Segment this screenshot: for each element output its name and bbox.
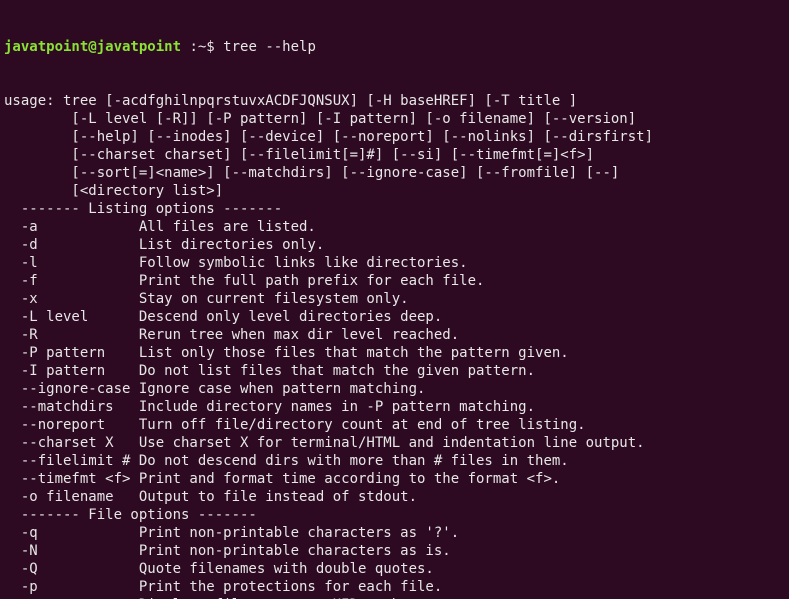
output-line: --filelimit # Do not descend dirs with m… [4,452,785,470]
prompt-line[interactable]: javatpoint@javatpoint :~$ tree --help [4,38,785,56]
output-line: -d List directories only. [4,236,785,254]
output-line: [--charset charset] [--filelimit[=]#] [-… [4,146,785,164]
output-line: ------- File options ------- [4,506,785,524]
output-line: --charset X Use charset X for terminal/H… [4,434,785,452]
prompt-command: tree --help [223,39,316,55]
output-line: -N Print non-printable characters as is. [4,542,785,560]
output-line: --matchdirs Include directory names in -… [4,398,785,416]
command-output: usage: tree [-acdfghilnpqrstuvxACDFJQNSU… [4,92,785,599]
output-line: -Q Quote filenames with double quotes. [4,560,785,578]
terminal-output: javatpoint@javatpoint :~$ tree --help us… [0,0,789,599]
output-line: [<directory list>] [4,182,785,200]
output-line: ------- Listing options ------- [4,200,785,218]
output-line: -l Follow symbolic links like directorie… [4,254,785,272]
output-line: -R Rerun tree when max dir level reached… [4,326,785,344]
output-line: --timefmt <f> Print and format time acco… [4,470,785,488]
output-line: --ignore-case Ignore case when pattern m… [4,380,785,398]
output-line: [-L level [-R]] [-P pattern] [-I pattern… [4,110,785,128]
output-line: -I pattern Do not list files that match … [4,362,785,380]
output-line: -q Print non-printable characters as '?'… [4,524,785,542]
output-line: -a All files are listed. [4,218,785,236]
output-line: [--sort[=]<name>] [--matchdirs] [--ignor… [4,164,785,182]
output-line: -P pattern List only those files that ma… [4,344,785,362]
output-line: --noreport Turn off file/directory count… [4,416,785,434]
output-line: -p Print the protections for each file. [4,578,785,596]
output-line: usage: tree [-acdfghilnpqrstuvxACDFJQNSU… [4,92,785,110]
prompt-user: javatpoint@javatpoint [4,39,181,55]
output-line: [--help] [--inodes] [--device] [--norepo… [4,128,785,146]
output-line: -x Stay on current filesystem only. [4,290,785,308]
output-line: -L level Descend only level directories … [4,308,785,326]
output-line: -o filename Output to file instead of st… [4,488,785,506]
prompt-separator: :~$ [181,39,223,55]
output-line: -f Print the full path prefix for each f… [4,272,785,290]
